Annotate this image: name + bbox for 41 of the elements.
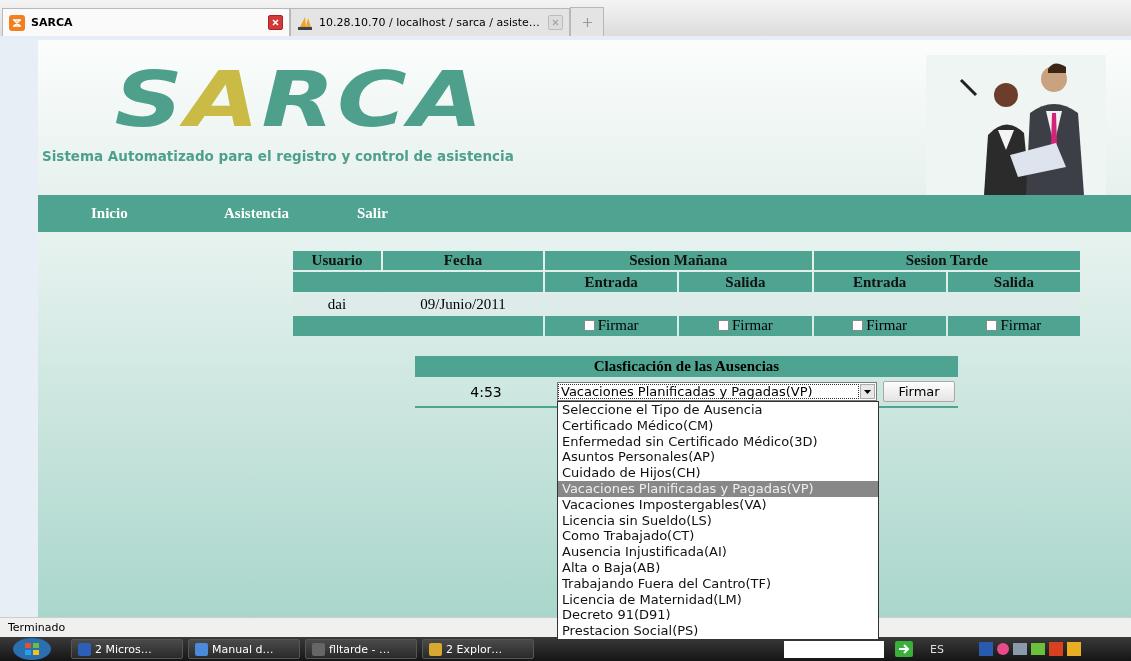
taskbar-button[interactable]: 2 Explor… — [422, 639, 534, 659]
checkbox[interactable] — [852, 320, 864, 331]
app-icon — [78, 642, 91, 656]
app-icon — [9, 14, 25, 31]
plus-icon — [582, 17, 592, 27]
time-text: 4:53 — [469, 383, 503, 400]
close-icon[interactable] — [268, 15, 283, 30]
column-header: Entrada — [545, 272, 678, 292]
language-indicator[interactable]: ES — [930, 642, 944, 656]
checkbox-label: Firmar — [866, 317, 908, 334]
column-header: Fecha — [383, 251, 543, 270]
browser-tab[interactable]: SARCA — [2, 8, 290, 36]
column-header: Usuario — [293, 251, 381, 270]
checkbox-label: Firmar — [597, 317, 639, 334]
column-header: Salida — [679, 272, 812, 292]
app-icon — [195, 642, 208, 656]
checkbox-label: Firmar — [1000, 317, 1042, 334]
caret-icon — [860, 384, 875, 399]
section-title: Clasficación de las Ausencias — [415, 356, 958, 377]
column-header: Entrada — [813, 272, 946, 292]
search-field[interactable] — [784, 640, 884, 658]
taskbar-button[interactable]: Manual d… — [188, 639, 300, 659]
status-text: Terminado — [8, 621, 66, 634]
browser-tab[interactable]: 10.28.10.70 / localhost / sarca / asiste… — [290, 8, 570, 36]
subtitle: Sistema Automatizado para el registro y control de asistencia — [42, 148, 514, 164]
taskbar-button[interactable]: 2 Micros… — [71, 639, 183, 659]
app-icon — [429, 642, 442, 656]
arrow-icon[interactable] — [895, 641, 913, 657]
logo-text: SARCA — [113, 60, 486, 140]
column-header: Salida — [947, 272, 1080, 292]
checkbox[interactable] — [986, 320, 998, 331]
column-header: Sesion Mañana — [545, 251, 812, 270]
checkbox-label: Firmar — [731, 317, 773, 334]
app-icon — [312, 642, 325, 656]
checkbox[interactable] — [583, 320, 595, 331]
start-button[interactable] — [12, 638, 52, 660]
absence-type-select[interactable]: Vacaciones Planificadas y Pagadas(VP) — [557, 382, 877, 401]
column-header: Sesion Tarde — [813, 251, 1080, 270]
taskbar-button[interactable]: flltarde - … — [305, 639, 417, 659]
sign-button[interactable]: Firmar — [883, 381, 955, 402]
checkbox[interactable] — [717, 320, 729, 331]
